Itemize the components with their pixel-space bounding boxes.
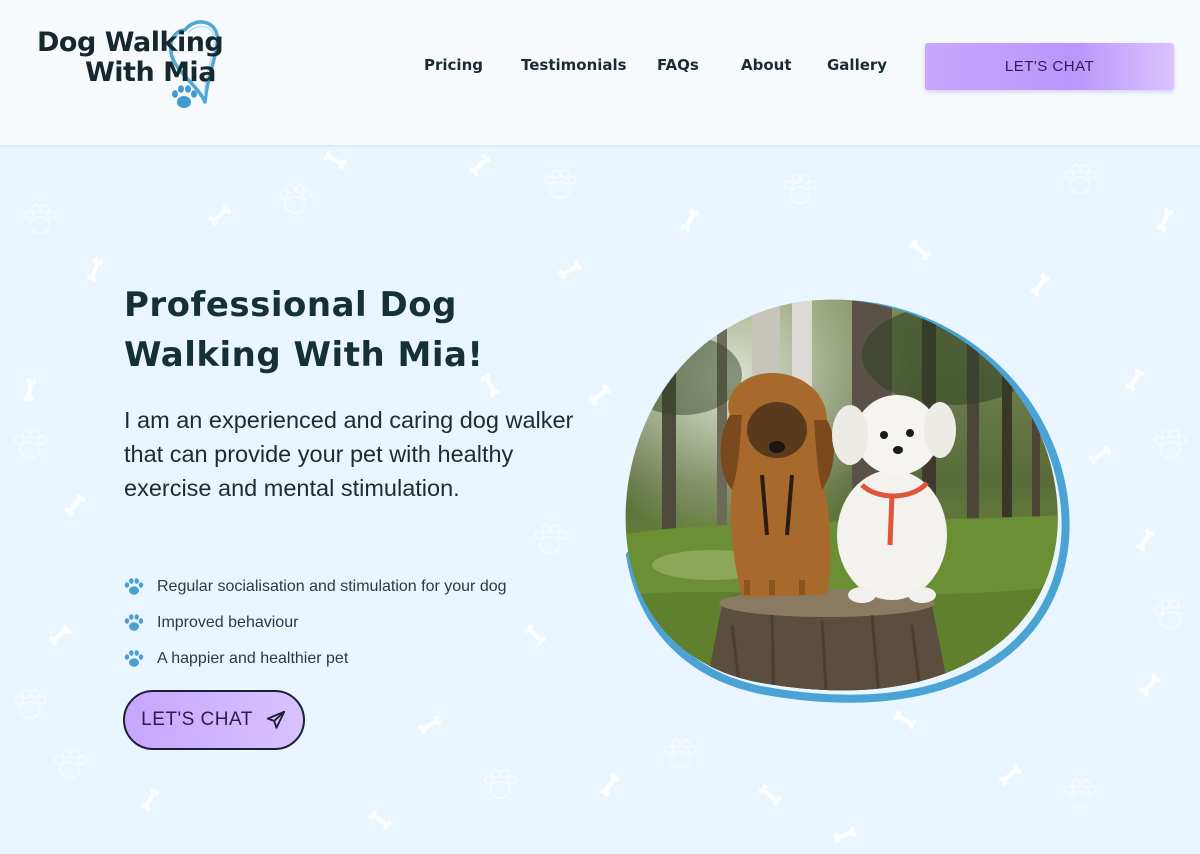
paw-icon	[124, 578, 144, 595]
hero-chat-button[interactable]: LET'S CHAT	[123, 690, 305, 750]
benefit-text: Regular socialisation and stimulation fo…	[157, 578, 507, 595]
benefit-text: A happier and healthier pet	[157, 650, 349, 667]
nav-link-testimonials[interactable]: Testimonials	[521, 56, 627, 74]
nav-link-about[interactable]: About	[741, 56, 792, 74]
logo-line-2: With Mia	[85, 57, 216, 88]
logo-wordmark: Dog Walking With Mia	[37, 27, 224, 88]
hero-title-line-2: Walking With Mia!	[124, 335, 484, 375]
hero-title-line-1: Professional Dog	[124, 285, 457, 325]
paper-plane-icon	[266, 710, 286, 729]
list-item: A happier and healthier pet	[124, 641, 507, 677]
hero-dogs-photo	[625, 299, 1070, 703]
benefit-text: Improved behaviour	[157, 614, 299, 631]
paw-icon	[124, 650, 144, 667]
header-chat-button[interactable]: LET'S CHAT	[925, 43, 1174, 90]
nav-link-faqs[interactable]: FAQs	[657, 56, 699, 74]
hero-title: Professional Dog Walking With Mia!	[124, 280, 564, 380]
nav-link-gallery[interactable]: Gallery	[827, 56, 887, 74]
nav-link-pricing[interactable]: Pricing	[424, 56, 483, 74]
benefits-list: Regular socialisation and stimulation fo…	[124, 569, 507, 677]
hero-section: Professional Dog Walking With Mia! I am …	[0, 145, 1200, 854]
list-item: Regular socialisation and stimulation fo…	[124, 569, 507, 605]
paw-icon	[124, 614, 144, 631]
logo-line-1: Dog Walking	[37, 27, 224, 58]
list-item: Improved behaviour	[124, 605, 507, 641]
site-header: Dog Walking With Mia Pricing Testimonial…	[0, 0, 1200, 145]
hero-description: I am an experienced and caring dog walke…	[124, 407, 574, 501]
hero-chat-button-label: LET'S CHAT	[141, 709, 253, 730]
site-logo[interactable]: Dog Walking With Mia	[30, 18, 230, 118]
